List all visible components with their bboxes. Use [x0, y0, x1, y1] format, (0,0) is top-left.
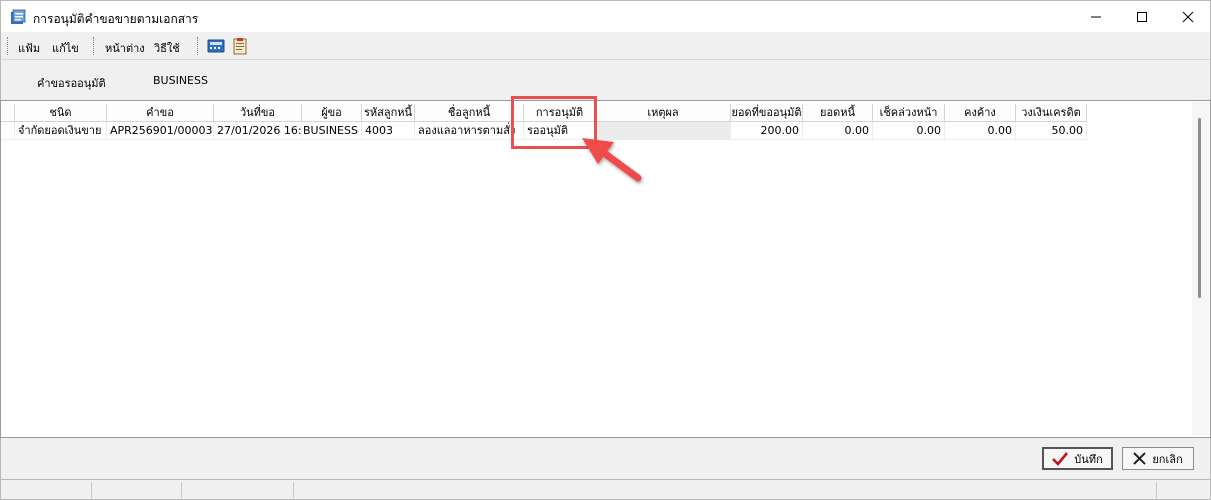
menu-help[interactable]: วิธีใช้ — [154, 39, 180, 57]
status-separator — [1156, 482, 1157, 498]
close-icon — [1182, 11, 1194, 23]
column-header[interactable]: วงเงินเครดิต — [1016, 104, 1087, 122]
column-header[interactable]: รหัสลูกหนี้ — [362, 104, 415, 122]
status-separator — [293, 482, 294, 498]
cell-debtor-name[interactable]: ลองแลอาหารตามสั่ง — [415, 122, 524, 140]
cell-debtor-code[interactable]: 4003 — [362, 122, 415, 140]
app-document-icon — [11, 9, 26, 24]
column-header[interactable]: ชนิด — [15, 104, 107, 122]
calculator-icon[interactable] — [207, 37, 225, 55]
cell-request[interactable]: APR256901/00003 — [107, 122, 214, 140]
cell-amount-requested[interactable]: 200.00 — [731, 122, 803, 140]
cell-post-dated-check[interactable]: 0.00 — [873, 122, 945, 140]
column-header[interactable]: ยอดที่ขออนุมัติ — [731, 104, 803, 122]
minimize-icon — [1091, 16, 1101, 18]
toolbar-grip — [7, 37, 10, 55]
cell-type[interactable]: จำกัดยอดเงินขาย — [15, 122, 107, 140]
pending-requests-label: คำขอรออนุมัติ — [37, 77, 106, 90]
column-header[interactable]: คงค้าง — [945, 104, 1016, 122]
minimize-button[interactable] — [1073, 1, 1119, 33]
column-header[interactable]: ชื่อลูกหนี้ — [415, 104, 524, 122]
row-indicator[interactable] — [1, 122, 15, 140]
scrollbar-thumb[interactable] — [1198, 118, 1201, 298]
cancel-button[interactable]: ยกเลิก — [1122, 447, 1194, 470]
status-bar — [0, 479, 1211, 500]
status-separator — [91, 482, 92, 498]
menu-toolbar: แฟ้ม แก้ไข หน้าต่าง วิธีใช้ — [0, 32, 1211, 60]
save-button-label: บันทึก — [1074, 452, 1103, 466]
cell-outstanding[interactable]: 0.00 — [945, 122, 1016, 140]
button-bar: บันทึก ยกเลิก — [0, 438, 1211, 479]
maximize-button[interactable] — [1119, 1, 1165, 33]
menu-window[interactable]: หน้าต่าง — [105, 39, 145, 57]
x-icon — [1133, 452, 1147, 465]
row-indicator-header — [1, 104, 15, 122]
menu-file[interactable]: แฟ้ม — [18, 39, 40, 57]
vertical-scrollbar[interactable] — [1192, 102, 1209, 436]
toolbar-grip — [197, 37, 200, 55]
save-button[interactable]: บันทึก — [1042, 447, 1113, 470]
status-separator — [181, 482, 182, 498]
column-header[interactable]: คำขอ — [107, 104, 214, 122]
cell-debt[interactable]: 0.00 — [803, 122, 873, 140]
maximize-icon — [1137, 12, 1147, 22]
column-header[interactable]: วันที่ขอ — [214, 104, 302, 122]
pending-requests-value: BUSINESS — [153, 74, 208, 87]
toolbar-grip — [93, 37, 96, 55]
window-title: การอนุมัติคำขอขายตามเอกสาร — [33, 12, 199, 26]
cancel-button-label: ยกเลิก — [1152, 452, 1183, 466]
info-bar: คำขอรออนุมัติ BUSINESS — [0, 60, 1211, 100]
close-button[interactable] — [1165, 1, 1211, 33]
column-header[interactable]: ยอดหนี้ — [803, 104, 873, 122]
column-header[interactable]: เช็คล่วงหน้า — [873, 104, 945, 122]
cell-credit-limit[interactable]: 50.00 — [1016, 122, 1087, 140]
checkmark-icon — [1052, 451, 1069, 466]
clipboard-icon[interactable] — [231, 37, 249, 55]
cell-requester[interactable]: BUSINESS — [302, 122, 362, 140]
menu-edit[interactable]: แก้ไข — [52, 39, 79, 57]
title-bar: การอนุมัติคำขอขายตามเอกสาร — [0, 0, 1211, 32]
column-header[interactable]: ผู้ขอ — [302, 104, 362, 122]
cell-date[interactable]: 27/01/2026 16:38 — [214, 122, 302, 140]
red-arrow-annotation — [582, 138, 642, 182]
